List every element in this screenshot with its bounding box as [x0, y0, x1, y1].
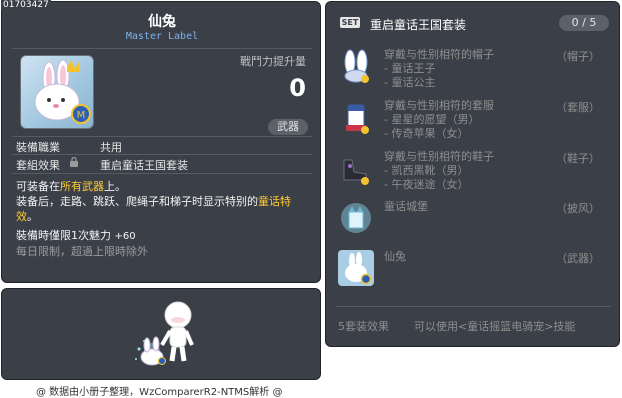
power-increase-value: 0 — [289, 74, 306, 102]
svg-text:M: M — [77, 110, 86, 121]
divider — [12, 154, 312, 155]
desc-highlight: 效 — [16, 210, 27, 223]
charm-value: +60 — [114, 231, 136, 242]
set-item-name: 仙兔 — [384, 250, 406, 263]
job-label: 裝備職業 — [16, 141, 60, 154]
set-count: 0 / 5 — [559, 15, 609, 31]
divider — [12, 48, 312, 49]
set-item-type: （武器） — [556, 252, 600, 265]
set-item-weapon[interactable]: 仙兔 （武器） — [338, 250, 614, 290]
set-badge: SET — [340, 17, 360, 28]
set-item-hat[interactable]: 穿戴与性别相符的帽子 （帽子） - 童话王子 - 童话公主 — [338, 48, 614, 94]
castle-cape-icon — [341, 203, 371, 233]
item-description: 可装备在所有武器上。 装备后，走路、跳跃、爬绳子和梯子时显示特别的童话特 效。 … — [16, 179, 316, 259]
set-item-type: （套服） — [556, 101, 600, 114]
desc-highlight: 童话特 — [258, 195, 291, 208]
set-item-variant: - 凯西黑靴（男） — [384, 164, 469, 177]
item-grade-label: Master Label — [125, 31, 199, 42]
set-item-shoes[interactable]: 穿戴与性别相符的鞋子 （鞋子） - 凯西黑靴（男） - 午夜迷途（女） — [338, 150, 614, 196]
lock-icon — [70, 156, 78, 167]
set-item-name: 穿戴与性别相符的鞋子 — [384, 150, 494, 163]
set-item-variant: - 午夜迷途（女） — [384, 178, 469, 191]
fairy-rabbit-icon: M — [34, 59, 91, 124]
set-item-variant: - 星星的愿望（男） — [384, 113, 480, 126]
power-increase-label: 戰鬥力提升量 — [240, 55, 306, 68]
item-icon-frame: M — [20, 55, 94, 129]
fairy-rabbit-weapon-icon — [338, 250, 374, 286]
desc-text: 装备后，走路、跳跃、爬绳子和梯子时显示特别的 — [16, 195, 258, 208]
limit-note: 每日限制，超過上限時除外 — [16, 245, 148, 258]
set-item-type: （披风） — [556, 202, 600, 215]
desc-text: 上。 — [104, 180, 126, 193]
category-button[interactable]: 武器 — [268, 119, 308, 135]
set-item-type: （帽子） — [556, 50, 600, 63]
item-name: 仙兔 — [148, 14, 176, 30]
desc-text: 。 — [27, 210, 38, 223]
set-item-type: （鞋子） — [556, 152, 600, 165]
set-item-name: 童话城堡 — [384, 200, 428, 213]
desc-highlight: 所有武器 — [60, 180, 104, 193]
divider — [336, 306, 611, 307]
set-item-variant: - 童话王子 — [384, 62, 436, 75]
item-id-label: 01703427 — [1, 0, 51, 11]
item-tooltip-panel: 仙兔 Master Label M 戰鬥力提升量 0 武器 裝備職業 共用 套組… — [1, 1, 321, 283]
divider — [12, 173, 312, 174]
set-item-overall[interactable]: 穿戴与性别相符的套服 （套服） - 星星的愿望（男） - 传奇苹果（女） — [338, 99, 614, 145]
set-effect-description: 可以使用<童话摇篮电骑宠>技能 — [414, 320, 576, 333]
divider — [12, 136, 312, 137]
overall-outfit-icon — [346, 104, 369, 134]
set-effect-label: 套組效果 — [16, 159, 60, 172]
set-effect-count: 5套装效果 — [338, 320, 389, 333]
character-preview-image — [135, 301, 194, 366]
set-item-cape[interactable]: 童话城堡 （披风） — [338, 200, 614, 240]
character-preview-panel — [1, 288, 321, 380]
set-item-name: 穿戴与性别相符的帽子 — [384, 48, 494, 61]
set-item-name: 穿戴与性别相符的套服 — [384, 99, 494, 112]
charm-text: 裝備時僅限1次魅力 — [16, 229, 111, 242]
set-title: 重启童话王国套装 — [370, 18, 467, 32]
set-info-panel: SET 重启童话王国套装 0 / 5 穿戴与性别相符的帽子 （帽子） - 童话王… — [325, 1, 620, 347]
data-source-footer: @ 数据由小册子整理，WzComparerR2-NTMS解析 @ — [36, 387, 283, 398]
set-effect-value: 重启童话王国套装 — [100, 159, 188, 172]
desc-text: 可装备在 — [16, 180, 60, 193]
job-value: 共用 — [100, 141, 122, 154]
shoes-icon — [343, 159, 369, 185]
bunny-hat-icon — [344, 49, 369, 83]
set-item-variant: - 童话公主 — [384, 76, 436, 89]
set-item-variant: - 传奇苹果（女） — [384, 127, 469, 140]
